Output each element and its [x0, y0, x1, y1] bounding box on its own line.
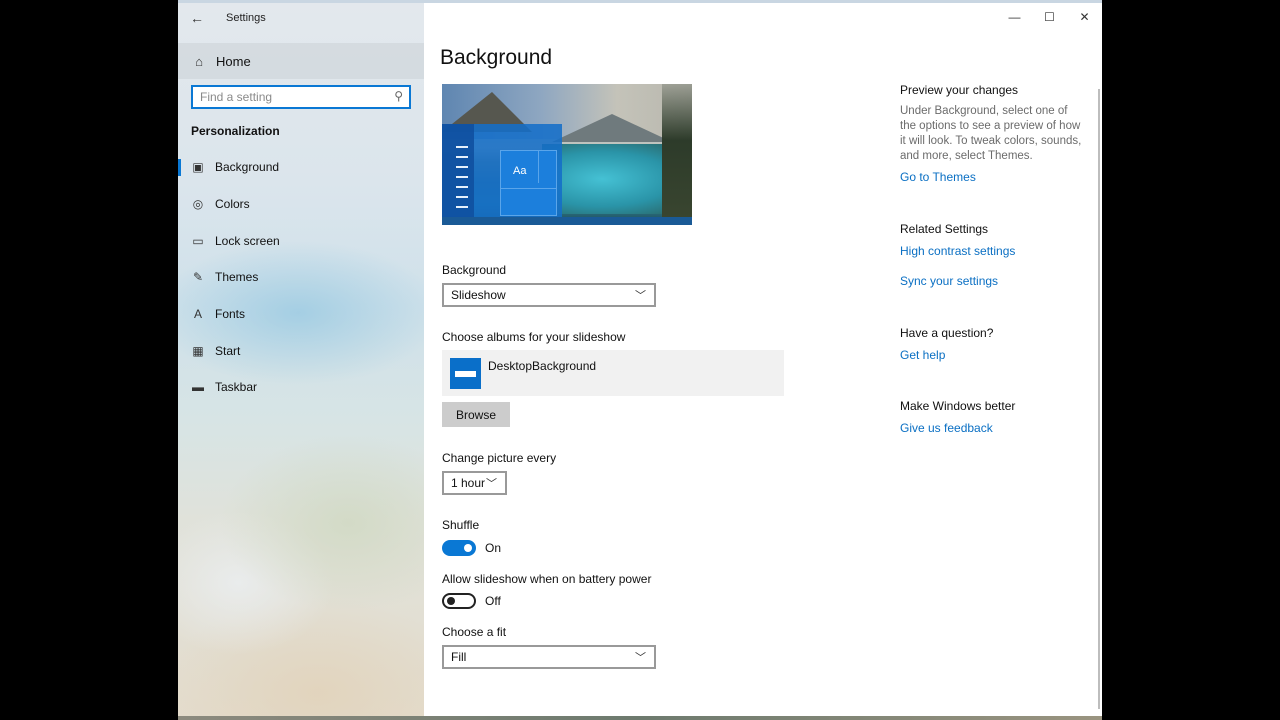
preview-description: Under Background, select one of the opti…	[900, 105, 1082, 162]
font-icon: A	[193, 307, 202, 322]
dropdown-value: Fill	[451, 650, 467, 664]
search-input[interactable]	[200, 88, 390, 106]
home-icon: ⌂	[195, 53, 203, 69]
brush-icon: ✎	[192, 270, 204, 285]
sidebar-item-label: Taskbar	[215, 380, 258, 395]
sync-settings-link[interactable]: Sync your settings	[900, 274, 998, 288]
sidebar: ← Settings ⌂ Home ⚲ Personalization ▣ Ba…	[178, 3, 424, 720]
background-preview: Aa	[442, 84, 692, 225]
scrollbar[interactable]	[1098, 89, 1100, 709]
sidebar-item-label: Lock screen	[215, 233, 280, 248]
sidebar-item-label: Start	[215, 343, 241, 358]
albums-label: Choose albums for your slideshow	[442, 330, 626, 344]
main-content: Background Aa Background Slideshow ﹀ Cho…	[424, 3, 1102, 720]
sidebar-item-label: Themes	[215, 270, 259, 285]
sidebar-item-start[interactable]: ▦ Start	[178, 332, 424, 369]
battery-label: Allow slideshow when on battery power	[442, 572, 652, 586]
go-to-themes-link[interactable]: Go to Themes	[900, 170, 976, 184]
desktop-backdrop-left	[0, 0, 178, 720]
fit-dropdown[interactable]: Fill ﹀	[442, 645, 656, 669]
search-box[interactable]: ⚲	[191, 85, 411, 109]
app-title: Settings	[226, 12, 266, 24]
album-item[interactable]: DesktopBackground	[442, 350, 784, 396]
sidebar-item-home[interactable]: ⌂ Home	[178, 43, 424, 79]
sidebar-nav: ▣ Background ◎ Colors ▭ Lock screen ✎ Th…	[178, 149, 424, 406]
sidebar-item-label: Background	[215, 160, 280, 175]
picture-icon: ▣	[192, 160, 204, 175]
chevron-down-icon: ﹀	[635, 652, 646, 664]
sidebar-item-taskbar[interactable]: ▬ Taskbar	[178, 369, 424, 406]
shuffle-label: Shuffle	[442, 518, 480, 532]
palette-icon: ◎	[192, 197, 204, 212]
sidebar-item-background[interactable]: ▣ Background	[178, 149, 424, 186]
sidebar-item-label: Colors	[215, 197, 250, 212]
preview-taskbar	[442, 217, 692, 225]
feedback-heading: Make Windows better	[900, 399, 1016, 413]
start-grid-icon: ▦	[192, 343, 204, 358]
sidebar-item-fonts[interactable]: A Fonts	[178, 296, 424, 333]
battery-toggle[interactable]	[442, 593, 476, 609]
browse-button[interactable]: Browse	[442, 402, 510, 427]
back-arrow-icon[interactable]: ←	[178, 3, 216, 33]
question-heading: Have a question?	[900, 326, 994, 340]
give-feedback-link[interactable]: Give us feedback	[900, 421, 993, 435]
shuffle-state: On	[485, 541, 502, 555]
dropdown-value: Slideshow	[451, 288, 506, 302]
sidebar-item-themes[interactable]: ✎ Themes	[178, 259, 424, 296]
section-heading: Personalization	[191, 124, 280, 138]
get-help-link[interactable]: Get help	[900, 348, 945, 362]
shuffle-toggle[interactable]	[442, 540, 476, 556]
fit-label: Choose a fit	[442, 625, 507, 639]
chevron-down-icon: ﹀	[635, 290, 646, 302]
dropdown-value: 1 hour	[451, 476, 486, 490]
battery-state: Off	[485, 594, 501, 608]
taskbar-icon: ▬	[192, 380, 204, 395]
sidebar-item-label: Fonts	[215, 307, 246, 322]
album-folder-icon	[450, 357, 481, 389]
search-icon[interactable]: ⚲	[394, 89, 403, 103]
background-dropdown[interactable]: Slideshow ﹀	[442, 283, 656, 307]
lock-screen-icon: ▭	[192, 233, 204, 248]
change-interval-dropdown[interactable]: 1 hour ﹀	[442, 471, 507, 495]
sidebar-item-label: Home	[216, 53, 251, 69]
preview-heading: Preview your changes	[900, 83, 1019, 97]
album-name: DesktopBackground	[488, 359, 597, 373]
preview-tile-text: Aa	[513, 165, 527, 177]
settings-window: ← Settings ⌂ Home ⚲ Personalization ▣ Ba…	[178, 0, 1102, 720]
change-picture-label: Change picture every	[442, 451, 557, 465]
high-contrast-link[interactable]: High contrast settings	[900, 244, 1015, 258]
related-settings-heading: Related Settings	[900, 222, 989, 236]
sidebar-item-lock-screen[interactable]: ▭ Lock screen	[178, 222, 424, 259]
desktop-backdrop-right	[1102, 0, 1280, 720]
desktop-strip	[178, 716, 1102, 720]
page-title: Background	[440, 46, 553, 69]
title-bar: ← Settings	[178, 3, 424, 33]
sidebar-item-colors[interactable]: ◎ Colors	[178, 186, 424, 223]
background-label: Background	[442, 263, 507, 277]
chevron-down-icon: ﹀	[486, 478, 497, 490]
